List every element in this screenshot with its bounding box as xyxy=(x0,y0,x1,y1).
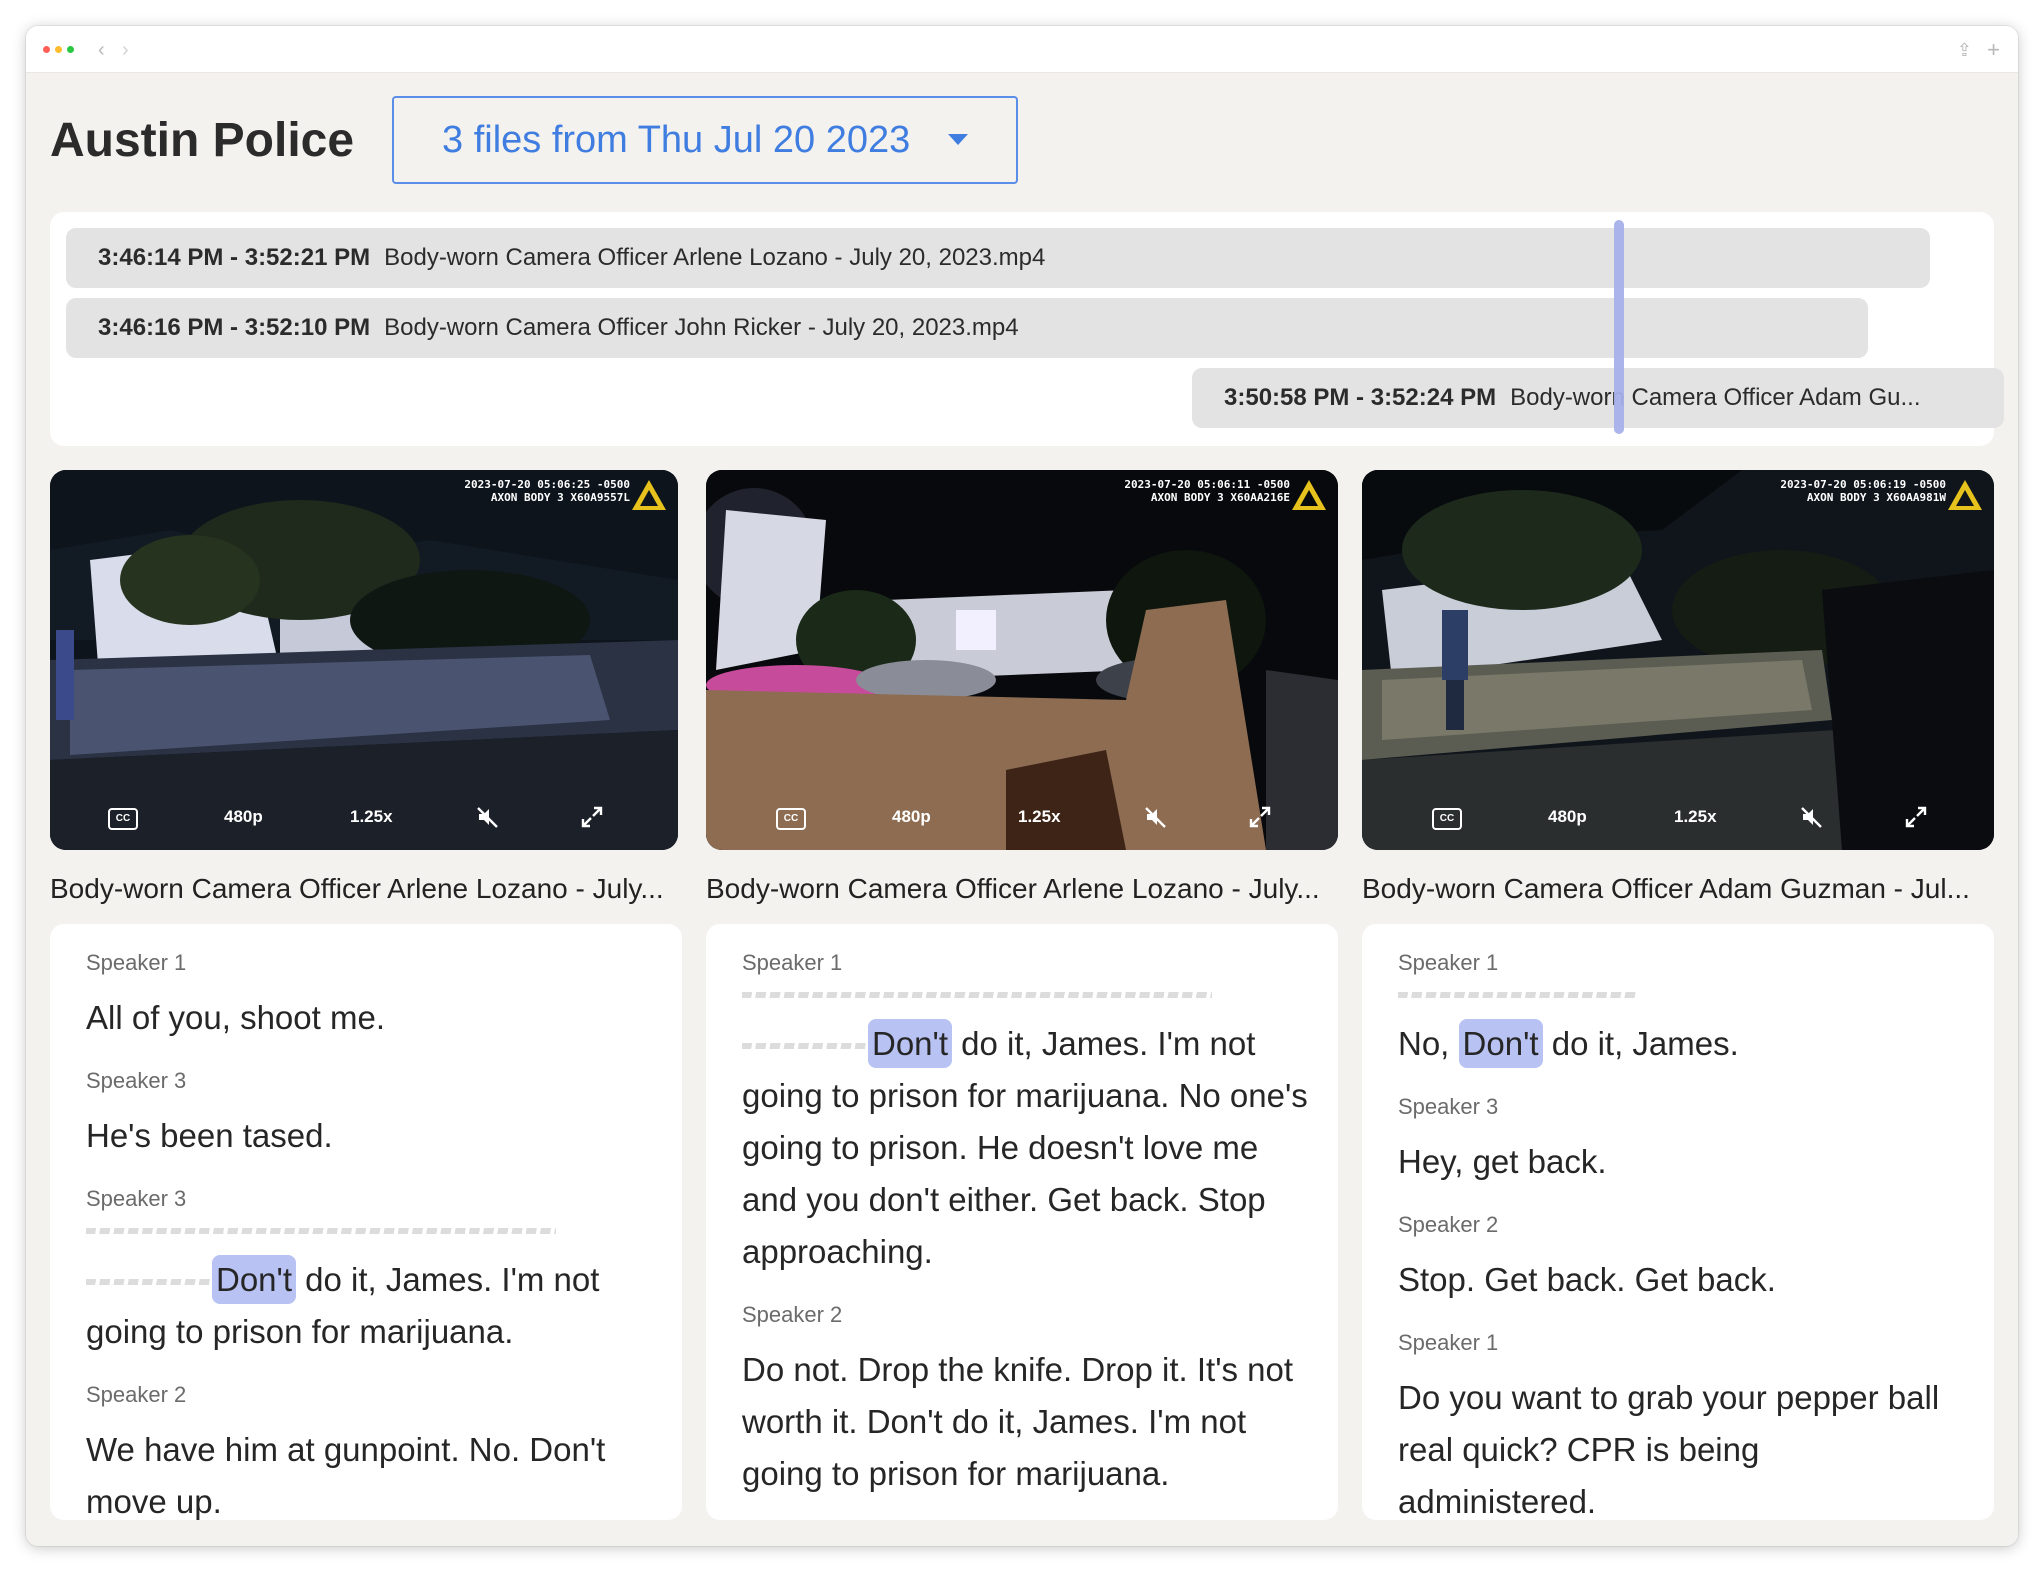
timestamp-line: 2023-07-20 05:06:11 -0500 xyxy=(1124,478,1290,491)
speaker-label: Speaker 2 xyxy=(742,1302,843,1327)
timeline-track[interactable]: 3:46:14 PM - 3:52:21 PM Body-worn Camera … xyxy=(66,228,1930,288)
utterance-text[interactable]: Hey, get back. xyxy=(1398,1136,1964,1188)
speaker-label: Speaker 2 xyxy=(1398,1212,1499,1237)
closed-captions-icon[interactable]: CC xyxy=(108,808,138,830)
video-player[interactable]: 2023-07-20 05:06:11 -0500 AXON BODY 3 X6… xyxy=(706,470,1338,850)
utterance-text[interactable]: No, Don't do it, James. xyxy=(1398,1018,1964,1070)
playback-speed-button[interactable]: 1.25x xyxy=(1018,802,1061,832)
fullscreen-icon[interactable] xyxy=(580,802,604,832)
video-controls: CC 480p 1.25x xyxy=(706,802,1338,832)
closed-captions-icon[interactable]: CC xyxy=(1432,808,1462,830)
timeline-track[interactable]: 3:50:58 PM - 3:52:24 PM Body-worn Camera … xyxy=(1192,368,2004,428)
video-frame xyxy=(706,470,1338,850)
timestamp-line: 2023-07-20 05:06:25 -0500 xyxy=(464,478,630,491)
speaker-label: Speaker 1 xyxy=(742,950,843,975)
utterance-text[interactable]: Do you want to grab your pepper ball rea… xyxy=(1398,1372,1964,1520)
quality-button[interactable]: 480p xyxy=(892,802,931,832)
axon-logo-icon xyxy=(632,480,666,510)
plus-icon[interactable]: + xyxy=(1987,36,2000,64)
forward-arrow-icon[interactable]: › xyxy=(122,36,129,64)
camera-id-line: AXON BODY 3 X60AA216E xyxy=(1150,491,1290,504)
video-controls: CC 480p 1.25x xyxy=(1362,802,1994,832)
timeline-panel: 3:46:14 PM - 3:52:21 PM Body-worn Camera … xyxy=(50,212,2004,446)
utterance-rest: do it, James. I'm not going to prison fo… xyxy=(86,1261,600,1350)
close-window-button[interactable] xyxy=(43,46,50,53)
video-title: Body-worn Camera Officer Arlene Lozano -… xyxy=(50,873,664,904)
video-timestamp: 2023-07-20 05:06:25 -0500 AXON BODY 3 X6… xyxy=(464,478,630,504)
minimize-window-button[interactable] xyxy=(55,46,62,53)
caret-down-icon xyxy=(948,134,968,145)
timestamp-line: 2023-07-20 05:06:19 -0500 xyxy=(1780,478,1946,491)
transcript-panel[interactable]: Speaker 1 Don't do it, James. I'm not go… xyxy=(706,924,1338,1520)
speaker-label: Speaker 3 xyxy=(86,1186,187,1211)
fullscreen-icon[interactable] xyxy=(1248,802,1272,832)
muted-volume-icon[interactable] xyxy=(476,802,500,832)
fullscreen-icon[interactable] xyxy=(1904,802,1928,832)
share-icon[interactable]: ⇪ xyxy=(1957,36,1972,64)
files-dropdown-label: 3 files from Thu Jul 20 2023 xyxy=(442,119,911,161)
redacted-text xyxy=(86,1228,556,1234)
video-timestamp: 2023-07-20 05:06:11 -0500 AXON BODY 3 X6… xyxy=(1124,478,1290,504)
utterance-text[interactable]: We have him at gunpoint. No. Don't move … xyxy=(86,1424,652,1520)
redacted-text xyxy=(742,992,1212,998)
utterance-prefix: No, xyxy=(1398,1025,1459,1062)
track-time-range: 3:46:14 PM - 3:52:21 PM xyxy=(98,244,371,271)
speaker-label: Speaker 3 xyxy=(1398,1094,1499,1119)
transcript-panel[interactable]: Speaker 1 All of you, shoot me. Speaker … xyxy=(50,924,682,1520)
closed-captions-icon[interactable]: CC xyxy=(776,808,806,830)
muted-volume-icon[interactable] xyxy=(1800,802,1824,832)
transcript-panel[interactable]: Speaker 1 No, Don't do it, James. Speake… xyxy=(1362,924,1994,1520)
files-dropdown[interactable]: 3 files from Thu Jul 20 2023 xyxy=(392,96,1018,184)
video-frame xyxy=(1362,470,1994,850)
track-time-range: 3:46:16 PM - 3:52:10 PM xyxy=(98,314,371,341)
utterance-text[interactable]: Do not. Drop the knife. Drop it. It's no… xyxy=(742,1344,1308,1500)
playback-speed-button[interactable]: 1.25x xyxy=(1674,802,1717,832)
speaker-label: Speaker 3 xyxy=(86,1068,187,1093)
quality-button[interactable]: 480p xyxy=(1548,802,1587,832)
redacted-text xyxy=(1398,992,1636,998)
redacted-text xyxy=(86,1279,212,1286)
utterance-text[interactable]: All of you, shoot me. xyxy=(86,992,652,1044)
track-time-range: 3:50:58 PM - 3:52:24 PM xyxy=(1224,384,1497,411)
video-player[interactable]: 2023-07-20 05:06:25 -0500 AXON BODY 3 X6… xyxy=(50,470,678,850)
camera-id-line: AXON BODY 3 X60AA981W xyxy=(1806,491,1946,504)
video-player[interactable]: 2023-07-20 05:06:19 -0500 AXON BODY 3 X6… xyxy=(1362,470,1994,850)
search-highlight[interactable]: Don't xyxy=(1458,1019,1543,1068)
speaker-label: Speaker 2 xyxy=(86,1382,187,1407)
search-highlight[interactable]: Don't xyxy=(212,1255,297,1304)
video-controls: CC 480p 1.25x xyxy=(50,802,678,832)
utterance-rest: do it, James. xyxy=(1542,1025,1739,1062)
video-title: Body-worn Camera Officer Adam Guzman - J… xyxy=(1362,873,1970,904)
utterance-text[interactable]: He's been tased. xyxy=(86,1110,652,1162)
timeline-track[interactable]: 3:46:16 PM - 3:52:10 PM Body-worn Camera … xyxy=(66,298,1868,358)
page-title: Austin Police xyxy=(50,114,355,167)
timeline-playhead[interactable] xyxy=(1614,220,1624,434)
back-arrow-icon[interactable]: ‹ xyxy=(98,36,105,64)
video-frame xyxy=(50,470,678,850)
maximize-window-button[interactable] xyxy=(67,46,74,53)
video-title: Body-worn Camera Officer Arlene Lozano -… xyxy=(706,873,1320,904)
utterance-text[interactable]: Don't do it, James. I'm not going to pri… xyxy=(86,1254,652,1358)
track-file-name: Body-worn Camera Officer Arlene Lozano -… xyxy=(384,244,1046,271)
utterance-rest: do it, James. I'm not going to prison fo… xyxy=(742,1025,1308,1270)
speaker-label: Speaker 1 xyxy=(86,950,187,975)
playback-speed-button[interactable]: 1.25x xyxy=(350,802,393,832)
speaker-label: Speaker 1 xyxy=(1398,950,1499,975)
utterance-text[interactable]: Stop. Get back. Get back. xyxy=(1398,1254,1964,1306)
video-timestamp: 2023-07-20 05:06:19 -0500 AXON BODY 3 X6… xyxy=(1780,478,1946,504)
camera-id-line: AXON BODY 3 X60A9557L xyxy=(490,491,630,504)
utterance-text[interactable]: Don't do it, James. I'm not going to pri… xyxy=(742,1018,1308,1278)
muted-volume-icon[interactable] xyxy=(1144,802,1168,832)
redacted-text xyxy=(742,1043,868,1050)
axon-logo-icon xyxy=(1292,480,1326,510)
track-file-name: Body-worn Camera Officer Adam Gu... xyxy=(1510,384,1921,411)
search-highlight[interactable]: Don't xyxy=(868,1019,953,1068)
axon-logo-icon xyxy=(1948,480,1982,510)
quality-button[interactable]: 480p xyxy=(224,802,263,832)
window-chrome: ‹ › ⇪ + xyxy=(26,26,2018,73)
app-window: ‹ › ⇪ + Austin Police 3 files from Thu J… xyxy=(26,26,2018,1546)
speaker-label: Speaker 1 xyxy=(1398,1330,1499,1355)
track-file-name: Body-worn Camera Officer John Ricker - J… xyxy=(384,314,1019,341)
